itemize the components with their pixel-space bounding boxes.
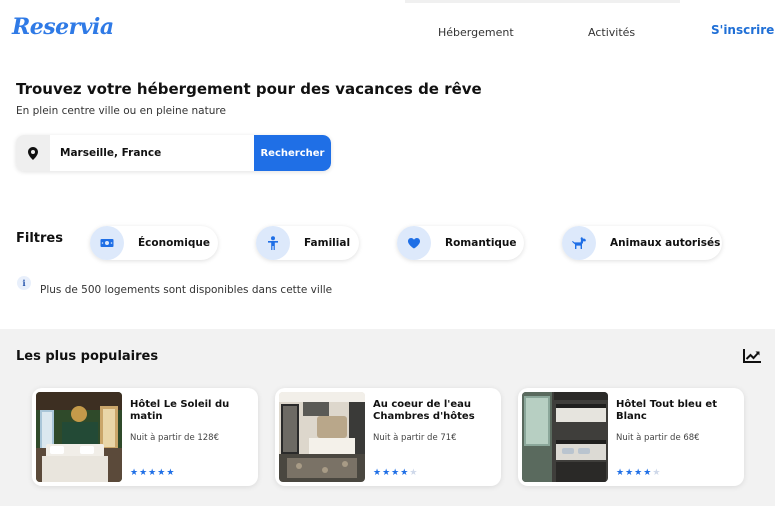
hotel-name: Au coeur de l'eau Chambres d'hôtes	[373, 399, 475, 422]
info-icon: i	[17, 276, 31, 290]
rating-stars: ★ ★ ★ ★ ★	[616, 468, 660, 478]
filter-label: Économique	[138, 237, 210, 249]
star-empty-icon: ★	[409, 468, 418, 478]
child-icon	[256, 226, 290, 260]
star-filled-icon: ★	[616, 468, 625, 478]
filter-romantique[interactable]: Romantique	[397, 226, 524, 260]
star-filled-icon: ★	[148, 468, 157, 478]
star-empty-icon: ★	[652, 468, 661, 478]
filter-label: Familial	[304, 237, 351, 249]
filter-label: Animaux autorisés	[610, 237, 721, 249]
star-filled-icon: ★	[391, 468, 400, 478]
filters-label: Filtres	[16, 231, 63, 246]
trending-up-icon[interactable]	[743, 348, 761, 367]
nav-link-activites[interactable]: Activités	[588, 26, 635, 39]
header-divider	[405, 0, 680, 3]
hotel-card[interactable]: Hôtel Le Soleil du matin Nuit à partir d…	[32, 388, 258, 486]
filter-label: Romantique	[445, 237, 517, 249]
location-pin-icon	[16, 135, 50, 171]
hotel-name: Hôtel Le Soleil du matin	[130, 399, 230, 422]
hotel-price: Nuit à partir de 71€	[373, 433, 457, 443]
section-title: Les plus populaires	[16, 349, 159, 364]
hotel-image	[36, 392, 122, 482]
rating-stars: ★ ★ ★ ★ ★	[130, 468, 174, 478]
star-filled-icon: ★	[130, 468, 139, 478]
nav-link-hebergement[interactable]: Hébergement	[438, 26, 514, 39]
star-filled-icon: ★	[373, 468, 382, 478]
star-filled-icon: ★	[625, 468, 634, 478]
hotel-image	[522, 392, 608, 482]
filter-animaux[interactable]: Animaux autorisés	[562, 226, 722, 260]
search-bar: Rechercher	[16, 135, 331, 171]
hotel-name: Hôtel Tout bleu et Blanc	[616, 399, 717, 422]
hotel-card[interactable]: Hôtel Tout bleu et Blanc Nuit à partir d…	[518, 388, 744, 486]
page-title: Trouvez votre hébergement pour des vacan…	[16, 80, 482, 98]
search-button[interactable]: Rechercher	[254, 135, 331, 171]
hotel-card[interactable]: Au coeur de l'eau Chambres d'hôtes Nuit …	[275, 388, 501, 486]
star-filled-icon: ★	[157, 468, 166, 478]
hotel-price: Nuit à partir de 68€	[616, 433, 700, 443]
signup-link[interactable]: S'inscrire	[711, 23, 774, 37]
money-icon	[90, 226, 124, 260]
dog-icon	[562, 226, 596, 260]
star-filled-icon: ★	[166, 468, 175, 478]
logo[interactable]: Reservia	[12, 14, 114, 40]
filter-economique[interactable]: Économique	[90, 226, 218, 260]
hotel-image	[279, 392, 365, 482]
heart-icon	[397, 226, 431, 260]
search-input[interactable]	[50, 135, 254, 171]
star-filled-icon: ★	[634, 468, 643, 478]
star-filled-icon: ★	[382, 468, 391, 478]
star-filled-icon: ★	[643, 468, 652, 478]
star-filled-icon: ★	[139, 468, 148, 478]
rating-stars: ★ ★ ★ ★ ★	[373, 468, 417, 478]
star-filled-icon: ★	[400, 468, 409, 478]
filter-familial[interactable]: Familial	[256, 226, 359, 260]
info-text: Plus de 500 logements sont disponibles d…	[40, 284, 333, 296]
popular-section: Les plus populaires Hôtel Le Soleil du m	[0, 329, 775, 506]
hotel-price: Nuit à partir de 128€	[130, 433, 220, 443]
page-subtitle: En plein centre ville ou en pleine natur…	[16, 105, 226, 117]
